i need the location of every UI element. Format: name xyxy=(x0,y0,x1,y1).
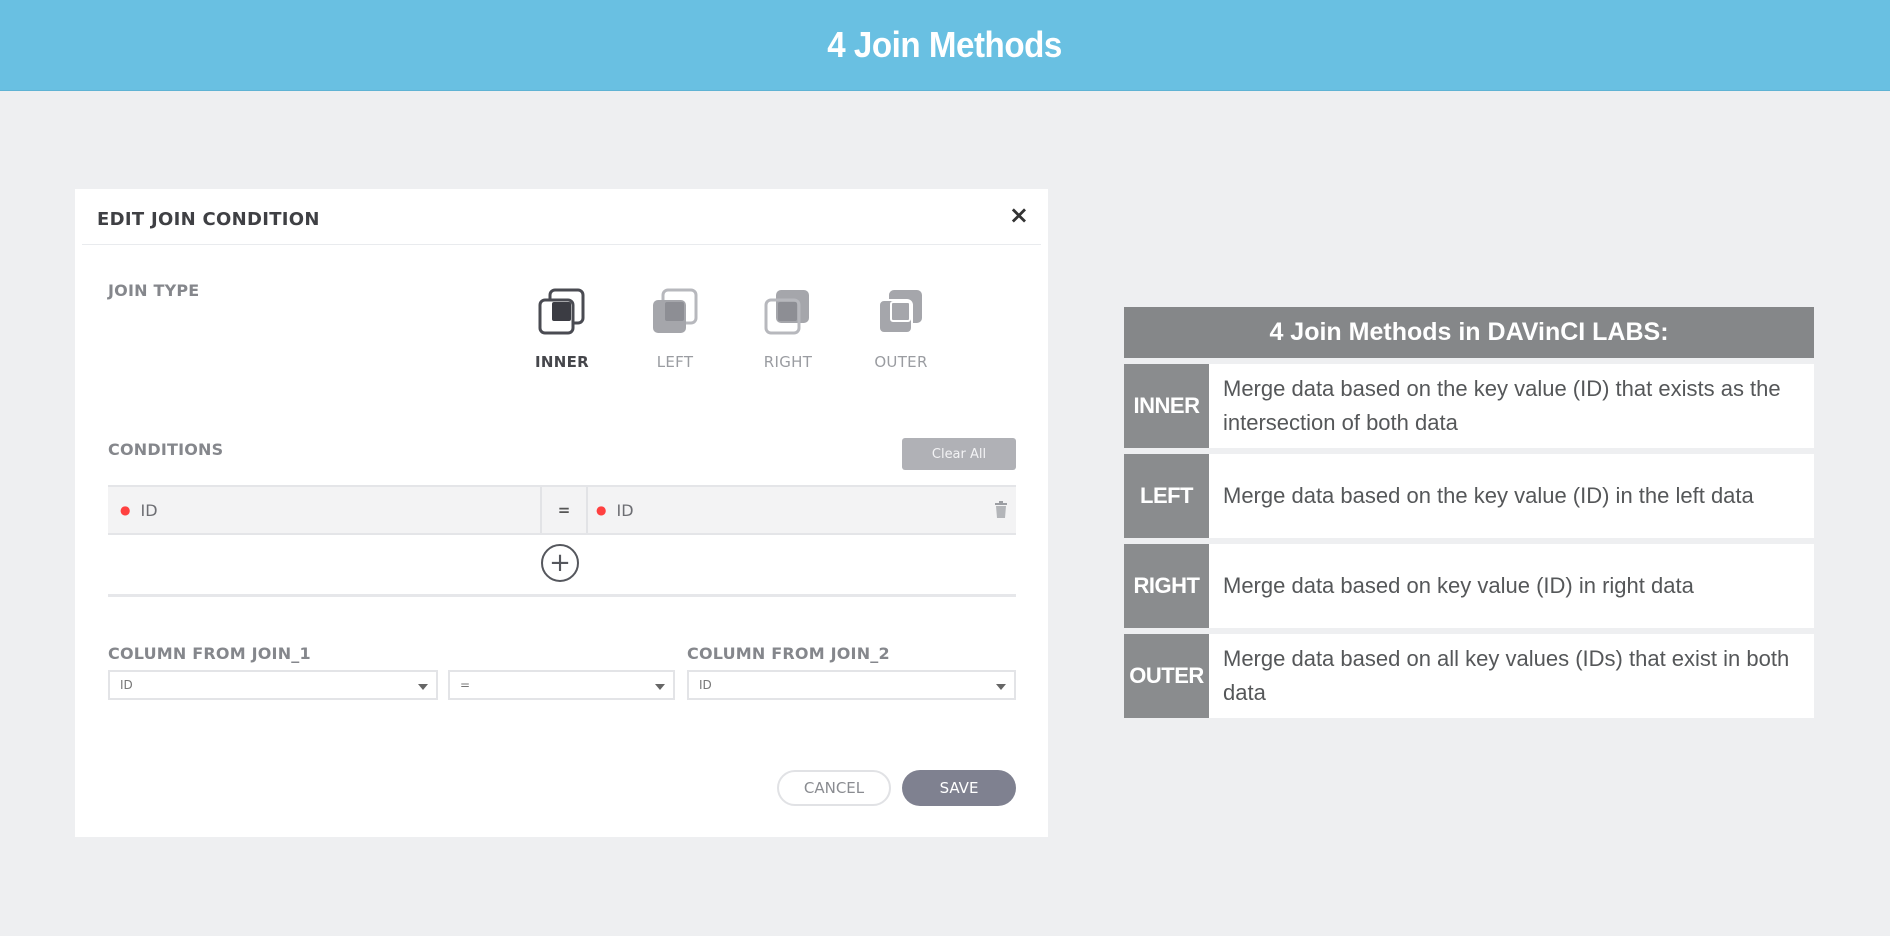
inner-join-icon xyxy=(538,288,585,335)
row-description: Merge data based on the key value (ID) i… xyxy=(1209,454,1814,538)
conditions-label: CONDITIONS xyxy=(108,440,224,459)
required-dot-icon: ● xyxy=(120,503,131,517)
join-option-outer[interactable]: OUTER xyxy=(861,287,941,371)
select-value: ID xyxy=(120,678,133,692)
column-join-2-select[interactable]: ID xyxy=(687,670,1016,700)
close-icon[interactable]: × xyxy=(1009,203,1029,227)
table-row: LEFT Merge data based on the key value (… xyxy=(1124,454,1814,538)
join-type-label: JOIN TYPE xyxy=(108,281,200,300)
table-title: 4 Join Methods in DAVinCI LABS: xyxy=(1124,307,1814,358)
row-description: Merge data based on all key values (IDs)… xyxy=(1209,634,1814,718)
condition-operator: = xyxy=(540,487,588,533)
table-row: OUTER Merge data based on all key values… xyxy=(1124,634,1814,718)
column-join-2-label: COLUMN FROM JOIN_2 xyxy=(687,644,890,663)
table-row: RIGHT Merge data based on key value (ID)… xyxy=(1124,544,1814,628)
join-methods-table: 4 Join Methods in DAVinCI LABS: INNER Me… xyxy=(1124,307,1814,718)
outer-join-icon xyxy=(878,290,922,334)
edit-join-condition-dialog: EDIT JOIN CONDITION × JOIN TYPE INNER LE… xyxy=(75,189,1048,837)
right-join-icon xyxy=(764,290,809,335)
add-condition-button[interactable]: + xyxy=(541,544,579,582)
condition-left-field[interactable]: ● ID xyxy=(120,487,158,533)
table-row: INNER Merge data based on the key value … xyxy=(1124,364,1814,448)
dialog-title: EDIT JOIN CONDITION xyxy=(97,209,320,230)
condition-right-value: ID xyxy=(616,500,634,520)
required-dot-icon: ● xyxy=(596,503,607,517)
select-value: = xyxy=(460,678,471,692)
join-option-right[interactable]: RIGHT xyxy=(748,287,828,371)
column-join-1-select[interactable]: ID xyxy=(108,670,438,700)
chevron-down-icon xyxy=(418,684,428,690)
join-option-label: INNER xyxy=(535,353,589,371)
operator-select[interactable]: = xyxy=(448,670,675,700)
trash-icon[interactable] xyxy=(994,501,1008,518)
row-key: OUTER xyxy=(1124,634,1209,718)
save-button[interactable]: SAVE xyxy=(902,770,1016,806)
chevron-down-icon xyxy=(655,684,665,690)
row-description: Merge data based on key value (ID) in ri… xyxy=(1209,544,1814,628)
left-join-icon xyxy=(653,288,698,333)
join-option-label: LEFT xyxy=(656,353,694,371)
dialog-header: EDIT JOIN CONDITION × xyxy=(82,189,1041,245)
page-title: 4 Join Methods xyxy=(827,24,1063,65)
condition-row: ● ID = ● ID xyxy=(108,485,1016,535)
row-key: LEFT xyxy=(1124,454,1209,538)
condition-right-field[interactable]: ● ID xyxy=(596,487,634,533)
row-description: Merge data based on the key value (ID) t… xyxy=(1209,364,1814,448)
join-option-label: RIGHT xyxy=(763,353,813,371)
section-divider xyxy=(108,594,1016,597)
select-value: ID xyxy=(699,678,712,692)
join-option-inner[interactable]: INNER xyxy=(522,287,602,371)
cancel-button[interactable]: CANCEL xyxy=(777,770,891,806)
page-banner: 4 Join Methods xyxy=(0,0,1890,91)
row-key: INNER xyxy=(1124,364,1209,448)
condition-left-value: ID xyxy=(140,500,158,520)
join-option-label: OUTER xyxy=(874,353,928,371)
chevron-down-icon xyxy=(996,684,1006,690)
join-option-left[interactable]: LEFT xyxy=(635,287,715,371)
row-key: RIGHT xyxy=(1124,544,1209,628)
column-join-1-label: COLUMN FROM JOIN_1 xyxy=(108,644,311,663)
clear-all-button[interactable]: Clear All xyxy=(902,438,1016,470)
